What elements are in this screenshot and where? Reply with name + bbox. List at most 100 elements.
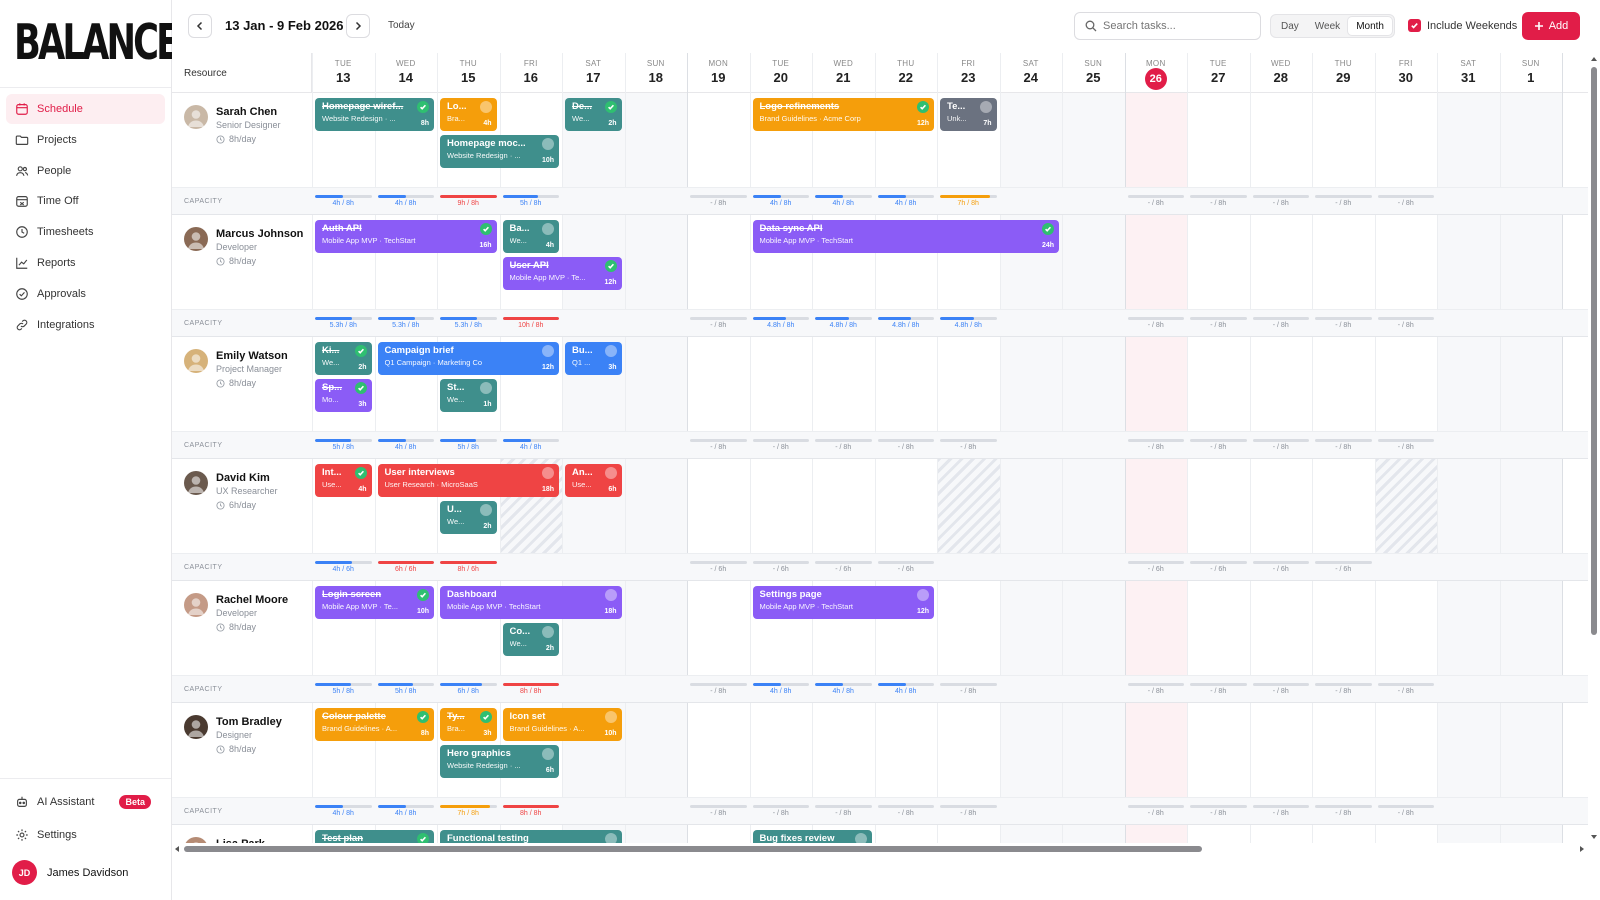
search-input[interactable] — [1103, 20, 1253, 32]
day-header-15[interactable]: THU 15 — [437, 53, 500, 93]
task-card[interactable]: Dashboard Mobile App MVP · TechStart 18h — [440, 586, 622, 619]
day-header-28[interactable]: WED 28 — [1249, 53, 1312, 93]
day-header-22[interactable]: THU 22 — [874, 53, 937, 93]
task-complete-icon[interactable] — [354, 345, 367, 357]
resource-marcus-johnson[interactable]: Marcus Johnson Developer 8h/day — [172, 215, 312, 305]
day-header-24[interactable]: SAT 24 — [999, 53, 1062, 93]
task-card[interactable]: User API Mobile App MVP · Te... 12h — [502, 257, 622, 290]
sidebar-item-reports[interactable]: Reports — [6, 248, 165, 278]
task-card[interactable]: Ty... Bra... 3h — [440, 708, 497, 741]
task-complete-icon[interactable] — [417, 101, 429, 113]
add-button[interactable]: Add — [1522, 12, 1580, 40]
task-card[interactable]: An... Use... 6h — [565, 464, 622, 497]
next-range-button[interactable] — [346, 14, 370, 38]
resource-tom-bradley[interactable]: Tom Bradley Designer 8h/day — [172, 703, 312, 793]
view-day-button[interactable]: Day — [1273, 17, 1307, 35]
day-header-16[interactable]: FRI 16 — [499, 53, 562, 93]
app-logo[interactable]: BALANCE — [14, 14, 180, 72]
sidebar-item-people[interactable]: People — [6, 156, 165, 186]
task-status-icon[interactable] — [604, 589, 617, 601]
task-card[interactable]: Co... We... 2h — [502, 623, 559, 656]
task-card[interactable]: Int... Use... 4h — [315, 464, 372, 497]
task-card[interactable]: Bug fixes review — [752, 830, 872, 843]
horizontal-scrollbar[interactable] — [172, 843, 1588, 857]
include-weekends-checkbox[interactable] — [1408, 19, 1421, 32]
task-complete-icon[interactable] — [354, 382, 367, 394]
resource-emily-watson[interactable]: Emily Watson Project Manager 8h/day — [172, 337, 312, 427]
task-card[interactable]: De... We... 2h — [565, 98, 622, 131]
day-header-29[interactable]: THU 29 — [1312, 53, 1375, 93]
task-card[interactable]: Lo... Bra... 4h — [440, 98, 497, 131]
day-header-17[interactable]: SAT 17 — [562, 53, 625, 93]
day-header-14[interactable]: WED 14 — [374, 53, 437, 93]
task-card[interactable]: Settings page Mobile App MVP · TechStart 1… — [752, 586, 934, 619]
task-card[interactable]: Logo refinements Brand Guidelines · Acme … — [752, 98, 934, 131]
sidebar-item-integrations[interactable]: Integrations — [6, 310, 165, 340]
day-header-27[interactable]: TUE 27 — [1187, 53, 1250, 93]
task-card[interactable]: U... We... 2h — [440, 501, 497, 534]
resource-lisa-park[interactable]: Lisa Park — [172, 825, 312, 843]
task-status-icon[interactable] — [542, 748, 554, 760]
task-card[interactable]: Sp... Mo... 3h — [315, 379, 372, 412]
task-card[interactable]: User interviews User Research · MicroSaaS… — [377, 464, 559, 497]
sidebar-item-timesheets[interactable]: Timesheets — [6, 217, 165, 247]
day-header-25[interactable]: SUN 25 — [1062, 53, 1125, 93]
task-status-icon[interactable] — [604, 833, 617, 843]
user-menu[interactable]: JD James Davidson — [12, 860, 128, 885]
task-status-icon[interactable] — [542, 223, 554, 235]
day-header-23[interactable]: FRI 23 — [937, 53, 1000, 93]
resource-rachel-moore[interactable]: Rachel Moore Developer 8h/day — [172, 581, 312, 671]
sidebar-item-projects[interactable]: Projects — [6, 125, 165, 155]
task-card[interactable]: Icon set Brand Guidelines · A... 10h — [502, 708, 622, 741]
sidebar-item-time-off[interactable]: Time Off — [6, 186, 165, 216]
task-card[interactable]: Campaign brief Q1 Campaign · Marketing Co… — [377, 342, 559, 375]
sidebar-item-approvals[interactable]: Approvals — [6, 279, 165, 309]
task-complete-icon[interactable] — [417, 711, 429, 723]
task-status-icon[interactable] — [604, 467, 617, 479]
task-complete-icon[interactable] — [604, 260, 617, 272]
prev-range-button[interactable] — [188, 14, 212, 38]
task-status-icon[interactable] — [479, 504, 492, 516]
day-header-next[interactable]: M — [1562, 53, 1588, 93]
task-status-icon[interactable] — [542, 626, 554, 638]
sidebar-item-ai-assistant[interactable]: AI Assistant Beta — [6, 787, 165, 817]
day-header-13[interactable]: TUE 13 — [312, 53, 375, 93]
task-status-icon[interactable] — [604, 711, 617, 723]
task-card[interactable]: St... We... 1h — [440, 379, 497, 412]
task-card[interactable]: Login screen Mobile App MVP · Te... 10h — [315, 586, 434, 619]
task-complete-icon[interactable] — [417, 589, 429, 601]
task-complete-icon[interactable] — [479, 223, 492, 235]
task-card[interactable]: Ki... We... 2h — [315, 342, 372, 375]
day-header-26[interactable]: MON 26 — [1124, 53, 1187, 93]
task-complete-icon[interactable] — [417, 833, 429, 843]
day-header-21[interactable]: WED 21 — [812, 53, 875, 93]
include-weekends-toggle[interactable]: Include Weekends — [1408, 19, 1517, 32]
day-header-30[interactable]: FRI 30 — [1374, 53, 1437, 93]
resource-david-kim[interactable]: David Kim UX Researcher 6h/day — [172, 459, 312, 549]
task-card[interactable]: Auth API Mobile App MVP · TechStart 16h — [315, 220, 497, 253]
task-complete-icon[interactable] — [1042, 223, 1054, 235]
task-card[interactable]: Data sync API Mobile App MVP · TechStart 2… — [752, 220, 1059, 253]
task-status-icon[interactable] — [542, 345, 554, 357]
task-complete-icon[interactable] — [354, 467, 367, 479]
task-card[interactable]: Homepage wiref... Website Redesign · ... 8… — [315, 98, 434, 131]
task-card[interactable]: Functional testing — [440, 830, 622, 843]
day-header-18[interactable]: SUN 18 — [624, 53, 687, 93]
task-complete-icon[interactable] — [479, 711, 492, 723]
horizontal-scroll-thumb[interactable] — [184, 846, 1202, 852]
task-status-icon[interactable] — [917, 589, 929, 601]
task-card[interactable]: Ba... We... 4h — [502, 220, 559, 253]
task-complete-icon[interactable] — [604, 101, 617, 113]
day-header-1[interactable]: SUN 1 — [1499, 53, 1562, 93]
today-button[interactable]: Today — [388, 20, 415, 31]
sidebar-item-settings[interactable]: Settings — [6, 820, 165, 850]
vertical-scrollbar[interactable] — [1588, 53, 1600, 843]
resource-sarah-chen[interactable]: Sarah Chen Senior Designer 8h/day — [172, 93, 312, 183]
task-card[interactable]: Colour palette Brand Guidelines · A... 8h — [315, 708, 434, 741]
task-card[interactable]: Hero graphics Website Redesign · ... 6h — [440, 745, 559, 778]
sidebar-item-schedule[interactable]: Schedule — [6, 94, 165, 124]
day-header-19[interactable]: MON 19 — [687, 53, 750, 93]
day-header-31[interactable]: SAT 31 — [1437, 53, 1500, 93]
task-card[interactable]: Te... Unk... 7h — [940, 98, 997, 131]
view-month-button[interactable]: Month — [1348, 17, 1392, 35]
